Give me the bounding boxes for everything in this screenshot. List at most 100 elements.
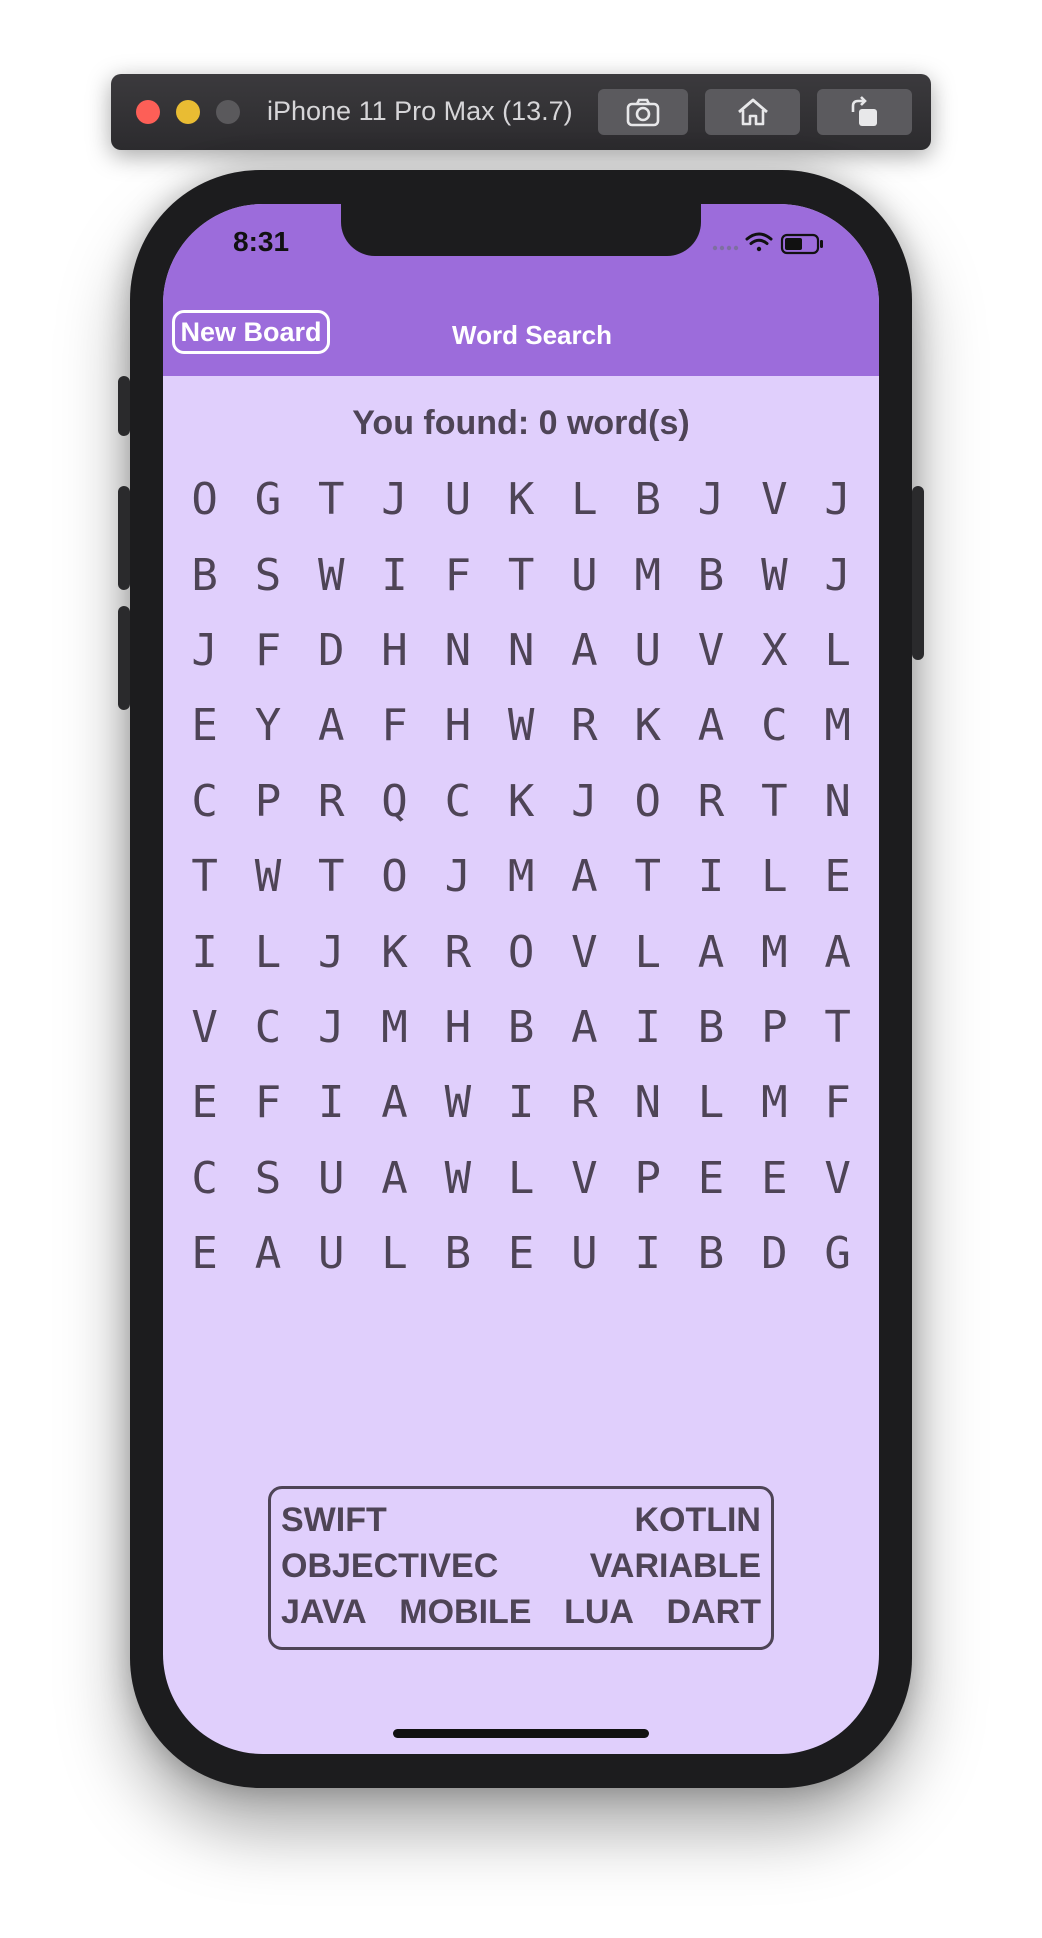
letter-cell[interactable]: F xyxy=(236,625,299,676)
letter-cell[interactable]: L xyxy=(489,1153,552,1204)
letter-cell[interactable]: T xyxy=(743,776,806,827)
letter-cell[interactable]: P xyxy=(236,776,299,827)
letter-cell[interactable]: W xyxy=(426,1153,489,1204)
letter-cell[interactable]: A xyxy=(363,1153,426,1204)
letter-cell[interactable]: W xyxy=(743,550,806,601)
letter-cell[interactable]: Q xyxy=(363,776,426,827)
letter-cell[interactable]: W xyxy=(236,851,299,902)
letter-cell[interactable]: E xyxy=(173,700,236,751)
close-window-button[interactable] xyxy=(136,100,160,124)
letter-cell[interactable]: K xyxy=(363,927,426,978)
letter-cell[interactable]: M xyxy=(806,700,869,751)
letter-cell[interactable]: B xyxy=(616,474,679,525)
letter-cell[interactable]: A xyxy=(679,927,742,978)
letter-cell[interactable]: U xyxy=(553,1228,616,1279)
letter-cell[interactable]: H xyxy=(363,625,426,676)
letter-cell[interactable]: B xyxy=(679,550,742,601)
letter-cell[interactable]: J xyxy=(300,927,363,978)
letter-cell[interactable]: J xyxy=(806,474,869,525)
letter-cell[interactable]: E xyxy=(489,1228,552,1279)
home-indicator[interactable] xyxy=(393,1729,649,1738)
letter-cell[interactable]: J xyxy=(363,474,426,525)
letter-cell[interactable]: F xyxy=(363,700,426,751)
letter-cell[interactable]: H xyxy=(426,700,489,751)
letter-cell[interactable]: W xyxy=(489,700,552,751)
letter-cell[interactable]: A xyxy=(806,927,869,978)
letter-cell[interactable]: T xyxy=(300,474,363,525)
letter-cell[interactable]: L xyxy=(806,625,869,676)
letter-cell[interactable]: V xyxy=(806,1153,869,1204)
letter-cell[interactable]: I xyxy=(173,927,236,978)
letter-cell[interactable]: J xyxy=(426,851,489,902)
letter-cell[interactable]: P xyxy=(743,1002,806,1053)
letter-cell[interactable]: V xyxy=(173,1002,236,1053)
letter-cell[interactable]: I xyxy=(300,1077,363,1128)
letter-cell[interactable]: A xyxy=(300,700,363,751)
letter-cell[interactable]: E xyxy=(743,1153,806,1204)
letter-cell[interactable]: I xyxy=(616,1002,679,1053)
letter-cell[interactable]: B xyxy=(679,1228,742,1279)
letter-cell[interactable]: B xyxy=(426,1228,489,1279)
letter-cell[interactable]: L xyxy=(553,474,616,525)
letter-cell[interactable]: R xyxy=(300,776,363,827)
letter-cell[interactable]: J xyxy=(173,625,236,676)
letter-cell[interactable]: U xyxy=(553,550,616,601)
letter-cell[interactable]: U xyxy=(426,474,489,525)
letter-cell[interactable]: R xyxy=(553,1077,616,1128)
letter-cell[interactable]: A xyxy=(363,1077,426,1128)
letter-cell[interactable]: R xyxy=(679,776,742,827)
letter-cell[interactable]: T xyxy=(173,851,236,902)
letter-cell[interactable]: H xyxy=(426,1002,489,1053)
letter-cell[interactable]: A xyxy=(236,1228,299,1279)
letter-cell[interactable]: X xyxy=(743,625,806,676)
letter-cell[interactable]: L xyxy=(236,927,299,978)
letter-cell[interactable]: V xyxy=(553,927,616,978)
letter-cell[interactable]: L xyxy=(616,927,679,978)
zoom-window-button[interactable] xyxy=(216,100,240,124)
letter-cell[interactable]: P xyxy=(616,1153,679,1204)
letter-cell[interactable]: B xyxy=(489,1002,552,1053)
letter-cell[interactable]: I xyxy=(679,851,742,902)
letter-cell[interactable]: V xyxy=(743,474,806,525)
letter-cell[interactable]: O xyxy=(489,927,552,978)
letter-cell[interactable]: W xyxy=(300,550,363,601)
letter-cell[interactable]: M xyxy=(616,550,679,601)
letter-cell[interactable]: R xyxy=(426,927,489,978)
letter-cell[interactable]: R xyxy=(553,700,616,751)
letter-cell[interactable]: C xyxy=(173,1153,236,1204)
letter-cell[interactable]: N xyxy=(806,776,869,827)
letter-cell[interactable]: L xyxy=(679,1077,742,1128)
letter-cell[interactable]: K xyxy=(489,776,552,827)
letter-cell[interactable]: L xyxy=(743,851,806,902)
letter-cell[interactable]: U xyxy=(300,1153,363,1204)
letter-cell[interactable]: F xyxy=(236,1077,299,1128)
letter-cell[interactable]: N xyxy=(489,625,552,676)
letter-cell[interactable]: J xyxy=(553,776,616,827)
letter-cell[interactable]: A xyxy=(553,1002,616,1053)
letter-cell[interactable]: V xyxy=(553,1153,616,1204)
letter-cell[interactable]: O xyxy=(363,851,426,902)
letter-cell[interactable]: J xyxy=(679,474,742,525)
letter-cell[interactable]: C xyxy=(173,776,236,827)
letter-cell[interactable]: M xyxy=(743,927,806,978)
letter-cell[interactable]: I xyxy=(363,550,426,601)
letter-cell[interactable]: T xyxy=(806,1002,869,1053)
letter-cell[interactable]: C xyxy=(743,700,806,751)
letter-cell[interactable]: L xyxy=(363,1228,426,1279)
letter-cell[interactable]: E xyxy=(173,1228,236,1279)
letter-cell[interactable]: F xyxy=(426,550,489,601)
letter-cell[interactable]: W xyxy=(426,1077,489,1128)
letter-cell[interactable]: S xyxy=(236,1153,299,1204)
letter-cell[interactable]: D xyxy=(743,1228,806,1279)
letter-cell[interactable]: M xyxy=(489,851,552,902)
letter-cell[interactable]: I xyxy=(489,1077,552,1128)
letter-cell[interactable]: N xyxy=(426,625,489,676)
letter-cell[interactable]: U xyxy=(300,1228,363,1279)
letter-cell[interactable]: S xyxy=(236,550,299,601)
minimize-window-button[interactable] xyxy=(176,100,200,124)
letter-cell[interactable]: C xyxy=(426,776,489,827)
letter-cell[interactable]: A xyxy=(553,625,616,676)
letter-cell[interactable]: O xyxy=(616,776,679,827)
home-button[interactable] xyxy=(705,89,800,135)
screenshot-button[interactable] xyxy=(598,89,688,135)
